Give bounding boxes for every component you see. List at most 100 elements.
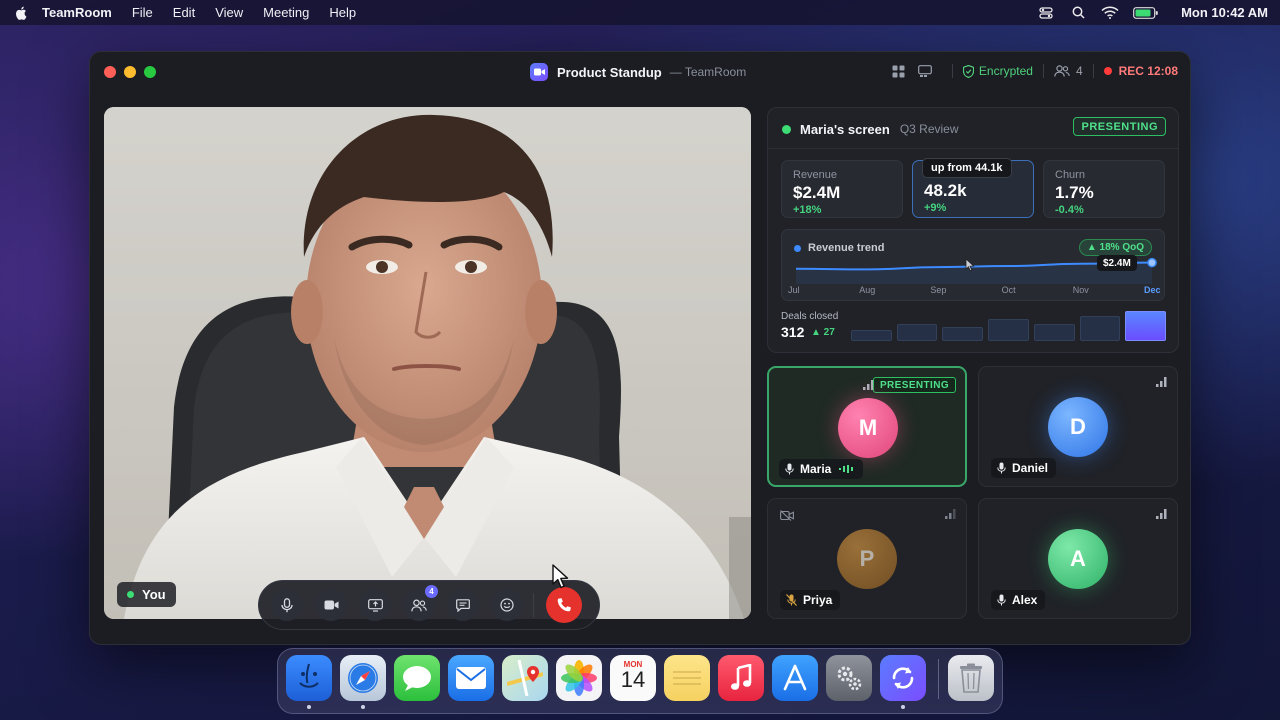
deals-bar	[851, 330, 892, 341]
people-icon	[411, 598, 427, 611]
trash-icon[interactable]	[948, 655, 994, 701]
self-video: You	[104, 107, 751, 619]
finder-icon[interactable]	[286, 655, 332, 701]
trend-month-label: Dec	[1144, 285, 1161, 295]
kpi-churn: Churn 1.7% -0.4%	[1043, 160, 1165, 218]
music-icon[interactable]	[718, 655, 764, 701]
avatar-initial: P	[859, 546, 875, 571]
search-icon[interactable]	[1069, 6, 1087, 20]
menu-file[interactable]: File	[132, 5, 153, 20]
app-subtitle: — TeamRoom	[669, 65, 747, 79]
leave-call-button[interactable]	[546, 587, 582, 623]
messages-icon[interactable]	[394, 655, 440, 701]
self-name-tag: You	[117, 582, 176, 607]
microphone-icon	[997, 462, 1006, 474]
maps-icon[interactable]	[502, 655, 548, 701]
participant-tile-priya[interactable]: P Priya	[767, 498, 967, 619]
participant-tile-alex[interactable]: A Alex	[978, 498, 1178, 619]
smiley-icon	[500, 598, 514, 612]
participant-name-tag: Priya	[780, 590, 841, 610]
menu-meeting[interactable]: Meeting	[263, 5, 309, 20]
deals-value: 312	[781, 324, 805, 340]
presenting-badge: PRESENTING	[872, 377, 956, 393]
avatar: P	[837, 529, 897, 589]
reactions-button[interactable]	[491, 589, 523, 621]
trend-title: Revenue trend	[794, 242, 884, 254]
mouse-pointer-icon	[965, 258, 975, 272]
shared-screen-subtitle: Q3 Review	[899, 122, 959, 136]
battery-icon[interactable]	[1133, 6, 1159, 20]
close-button[interactable]	[104, 66, 116, 78]
kpi-revenue: Revenue $2.4M +18%	[781, 160, 903, 218]
avatar-initial: M	[858, 415, 878, 440]
participants-button[interactable]: 4	[403, 585, 438, 621]
system-settings-icon[interactable]	[826, 655, 872, 701]
mute-button[interactable]	[271, 589, 303, 621]
menubar-app-name[interactable]: TeamRoom	[42, 5, 112, 20]
trend-month-label: Nov	[1072, 285, 1089, 295]
chat-icon	[456, 598, 470, 612]
menubar-clock[interactable]: Mon 10:42 AM	[1181, 5, 1268, 20]
share-screen-button[interactable]	[359, 589, 391, 621]
grid-view-icon[interactable]	[890, 62, 908, 80]
deals-bar	[988, 319, 1029, 341]
chat-button[interactable]	[447, 589, 479, 621]
menu-view[interactable]: View	[215, 5, 243, 20]
kpi-delta: +9%	[924, 202, 947, 214]
kpi-users[interactable]: 48.2k +9% up from 44.1k	[912, 158, 1034, 218]
video-camera-icon	[324, 600, 338, 610]
participant-name-tag: Maria	[779, 459, 864, 479]
self-video-feed	[104, 107, 751, 619]
speaker-view-icon[interactable]	[916, 62, 934, 80]
encrypted-label: Encrypted	[978, 64, 1033, 78]
self-name: You	[142, 587, 166, 602]
control-center-icon[interactable]	[1037, 6, 1055, 20]
notes-icon[interactable]	[664, 655, 710, 701]
participant-name-tag: Alex	[991, 590, 1046, 610]
recording-timer: REC 12:08	[1118, 64, 1178, 78]
trend-month-label: Oct	[1001, 285, 1016, 295]
maximize-button[interactable]	[144, 66, 156, 78]
shared-screen-card[interactable]: Maria's screen Q3 Review PRESENTING Reve…	[767, 107, 1179, 353]
people-icon	[1054, 65, 1070, 77]
trend-end-label: $2.4M	[1097, 255, 1137, 271]
kpi-label: Churn	[1055, 169, 1085, 181]
app-store-icon[interactable]	[772, 655, 818, 701]
menu-edit[interactable]: Edit	[173, 5, 195, 20]
traffic-lights	[104, 66, 164, 78]
avatar: A	[1048, 529, 1108, 589]
minimize-button[interactable]	[124, 66, 136, 78]
microphone-icon	[785, 463, 794, 475]
teamroom-window: Product Standup — TeamRoom Encrypted 4 R…	[89, 51, 1191, 645]
deals-bar	[1033, 324, 1075, 341]
participants-count[interactable]: 4	[1054, 64, 1083, 78]
participant-tile-maria[interactable]: PRESENTING M Maria	[767, 366, 967, 487]
kpi-tooltip: up from 44.1k	[922, 158, 1012, 178]
teamroom-logo-icon	[530, 63, 548, 81]
trend-month-label: Sep	[930, 285, 947, 295]
camera-button[interactable]	[315, 589, 347, 621]
safari-icon[interactable]	[340, 655, 386, 701]
window-title: Product Standup — TeamRoom	[530, 63, 746, 81]
video-off-icon	[780, 510, 794, 521]
teamroom-app-icon[interactable]	[880, 655, 926, 701]
mouse-pointer-icon	[552, 564, 569, 589]
photos-icon[interactable]	[556, 655, 602, 701]
menu-help[interactable]: Help	[329, 5, 356, 20]
qoq-badge: ▲ 18% QoQ	[1078, 239, 1152, 256]
mail-icon[interactable]	[448, 655, 494, 701]
encrypted-status: Encrypted	[962, 64, 1033, 78]
participant-name: Maria	[800, 462, 832, 476]
record-dot-icon	[1103, 67, 1112, 75]
calendar-icon[interactable]: MON 14	[610, 655, 656, 701]
trend-end-point	[1147, 257, 1157, 268]
wifi-icon[interactable]	[1101, 6, 1119, 20]
participant-name: Alex	[1012, 593, 1038, 607]
online-dot-icon	[127, 591, 134, 598]
participant-tile-daniel[interactable]: D Daniel	[978, 366, 1178, 487]
deals-bar	[896, 324, 938, 341]
apple-icon[interactable]	[12, 4, 30, 22]
trend-month-label: Jul	[788, 285, 800, 295]
avatar-initial: D	[1070, 414, 1086, 439]
shared-screen-title: Maria's screen	[800, 121, 890, 137]
